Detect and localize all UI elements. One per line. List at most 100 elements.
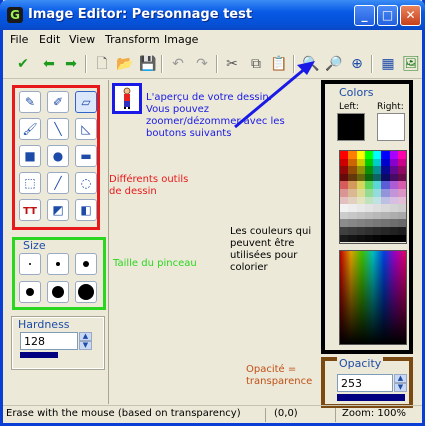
palette-swatch[interactable] bbox=[364, 227, 374, 235]
palette-swatch[interactable] bbox=[356, 158, 365, 167]
zoom-out-icon[interactable]: 🔎 bbox=[324, 54, 344, 74]
palette-swatch[interactable] bbox=[356, 204, 365, 212]
palette-swatch[interactable] bbox=[397, 173, 407, 182]
palette-swatch[interactable] bbox=[397, 158, 407, 167]
size-3-button[interactable] bbox=[75, 253, 97, 275]
pencil-tool[interactable]: ✎ bbox=[19, 91, 41, 113]
palette-swatch[interactable] bbox=[348, 219, 357, 228]
palette-swatch[interactable] bbox=[348, 173, 357, 182]
palette-swatch[interactable] bbox=[381, 181, 390, 190]
palette-swatch[interactable] bbox=[340, 227, 349, 235]
palette-swatch[interactable] bbox=[340, 173, 349, 182]
palette-swatch[interactable] bbox=[397, 219, 407, 228]
palette-swatch[interactable] bbox=[381, 158, 390, 167]
palette-swatch[interactable] bbox=[397, 204, 407, 212]
palette-swatch[interactable] bbox=[364, 166, 374, 174]
palette-swatch[interactable] bbox=[340, 151, 349, 159]
palette-swatch[interactable] bbox=[356, 189, 365, 197]
palette-swatch[interactable] bbox=[340, 166, 349, 174]
palette-swatch[interactable] bbox=[348, 227, 357, 235]
palette-swatch[interactable] bbox=[364, 196, 374, 205]
menu-file[interactable]: File bbox=[10, 33, 28, 46]
palette-swatch[interactable] bbox=[364, 151, 374, 159]
palette-swatch[interactable] bbox=[381, 234, 390, 243]
polygon-tool[interactable]: ◺ bbox=[75, 118, 97, 140]
replace-color-tool[interactable]: ◧ bbox=[75, 199, 97, 221]
palette-swatch[interactable] bbox=[373, 173, 382, 182]
palette-swatch[interactable] bbox=[389, 234, 398, 243]
arrow-right-icon[interactable]: ➡ bbox=[61, 54, 81, 74]
hardness-input[interactable]: 128 bbox=[20, 332, 78, 350]
palette-swatch[interactable] bbox=[340, 189, 349, 197]
select-ellipse-tool[interactable]: ◌ bbox=[75, 172, 97, 194]
palette-swatch[interactable] bbox=[397, 227, 407, 235]
palette-swatch[interactable] bbox=[356, 173, 365, 182]
size-5-button[interactable] bbox=[47, 281, 69, 303]
redo-icon[interactable]: ↷ bbox=[192, 54, 212, 74]
color-picker-tool[interactable]: ✐ bbox=[47, 91, 69, 113]
new-icon[interactable]: 🗋 bbox=[92, 54, 112, 74]
palette-swatch[interactable] bbox=[389, 166, 398, 174]
palette-swatch[interactable] bbox=[356, 196, 365, 205]
palette-swatch[interactable] bbox=[364, 219, 374, 228]
palette-swatch[interactable] bbox=[340, 219, 349, 228]
maximize-button[interactable]: □ bbox=[377, 5, 398, 26]
palette-swatch[interactable] bbox=[381, 227, 390, 235]
palette-swatch[interactable] bbox=[389, 173, 398, 182]
title-bar[interactable]: G Image Editor: Personnage test _ □ ✕ bbox=[0, 0, 425, 30]
palette-swatch[interactable] bbox=[373, 189, 382, 197]
palette-swatch[interactable] bbox=[373, 204, 382, 212]
palette-swatch[interactable] bbox=[373, 181, 382, 190]
opacity-spin-up[interactable]: ▲ bbox=[394, 374, 407, 383]
menu-image[interactable]: Image bbox=[164, 33, 198, 46]
palette-swatch[interactable] bbox=[397, 181, 407, 190]
palette-swatch[interactable] bbox=[381, 151, 390, 159]
palette-swatch[interactable] bbox=[373, 158, 382, 167]
palette-swatch[interactable] bbox=[364, 234, 374, 243]
menu-edit[interactable]: Edit bbox=[39, 33, 60, 46]
save-icon[interactable]: 💾 bbox=[138, 54, 158, 74]
palette-swatch[interactable] bbox=[348, 204, 357, 212]
palette-swatch[interactable] bbox=[389, 227, 398, 235]
palette-swatch[interactable] bbox=[373, 166, 382, 174]
brush-tool[interactable]: 🖌 bbox=[19, 118, 41, 140]
fill-tool[interactable]: ◩ bbox=[47, 199, 69, 221]
left-color-swatch[interactable] bbox=[337, 113, 365, 141]
rectangle-tool[interactable]: ■ bbox=[19, 145, 41, 167]
palette-swatch[interactable] bbox=[381, 173, 390, 182]
palette-swatch[interactable] bbox=[389, 181, 398, 190]
hardness-spin-up[interactable]: ▲ bbox=[79, 332, 92, 341]
palette-swatch[interactable] bbox=[397, 151, 407, 159]
palette-swatch[interactable] bbox=[364, 204, 374, 212]
palette-swatch[interactable] bbox=[364, 158, 374, 167]
palette-swatch[interactable] bbox=[356, 219, 365, 228]
minimize-button[interactable]: _ bbox=[354, 5, 375, 26]
palette-swatch[interactable] bbox=[381, 204, 390, 212]
palette-swatch[interactable] bbox=[364, 181, 374, 190]
palette-swatch[interactable] bbox=[397, 196, 407, 205]
palette-swatch[interactable] bbox=[397, 189, 407, 197]
size-2-button[interactable] bbox=[47, 253, 69, 275]
color-gradient[interactable] bbox=[339, 250, 407, 345]
palette-swatch[interactable] bbox=[348, 211, 357, 220]
palette-swatch[interactable] bbox=[348, 196, 357, 205]
palette-swatch[interactable] bbox=[389, 158, 398, 167]
palette-swatch[interactable] bbox=[356, 227, 365, 235]
palette-swatch[interactable] bbox=[348, 158, 357, 167]
size-6-button[interactable] bbox=[75, 281, 97, 303]
undo-icon[interactable]: ↶ bbox=[168, 54, 188, 74]
size-1-button[interactable] bbox=[19, 253, 41, 275]
palette-swatch[interactable] bbox=[381, 166, 390, 174]
palette-swatch[interactable] bbox=[389, 151, 398, 159]
magic-wand-tool[interactable]: ╱ bbox=[47, 172, 69, 194]
line-tool[interactable]: ╲ bbox=[47, 118, 69, 140]
size-4-button[interactable] bbox=[19, 281, 41, 303]
opacity-input[interactable]: 253 bbox=[337, 374, 393, 392]
arrow-left-icon[interactable]: ⬅ bbox=[39, 54, 59, 74]
select-rect-tool[interactable]: ⬚ bbox=[19, 172, 41, 194]
palette-swatch[interactable] bbox=[340, 211, 349, 220]
palette-swatch[interactable] bbox=[373, 211, 382, 220]
palette-swatch[interactable] bbox=[373, 151, 382, 159]
palette-swatch[interactable] bbox=[389, 189, 398, 197]
palette-swatch[interactable] bbox=[397, 234, 407, 243]
